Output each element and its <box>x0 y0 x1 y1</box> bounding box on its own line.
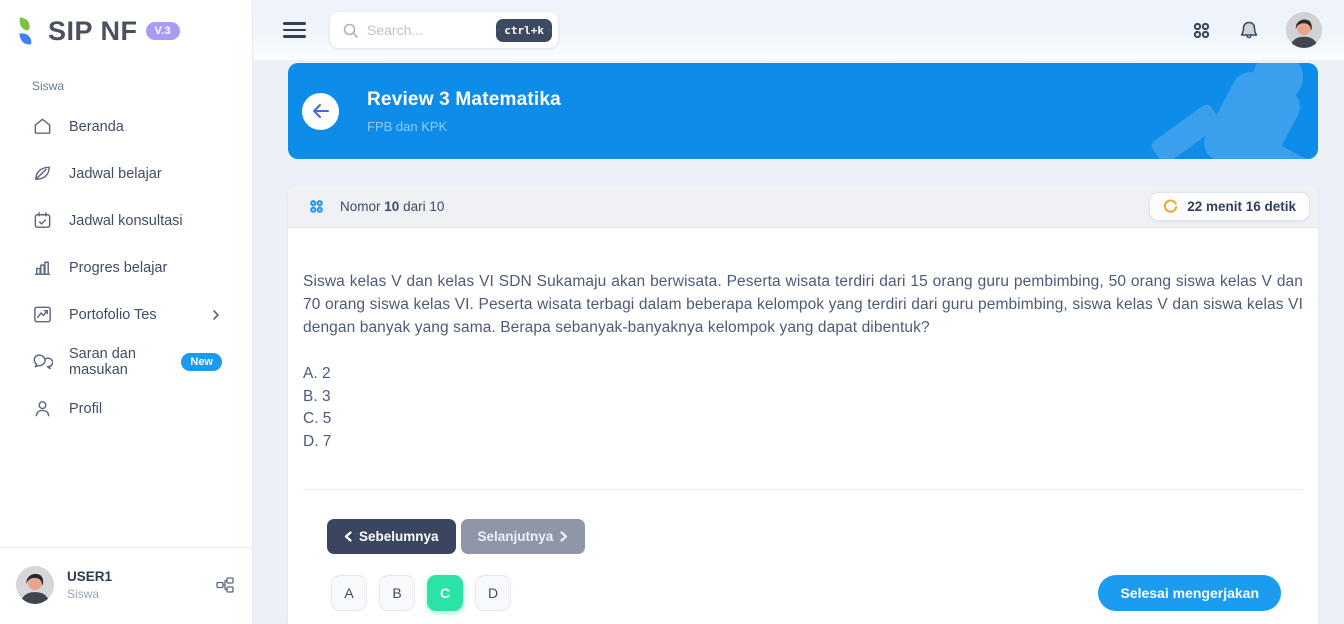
question-nav-buttons: Sebelumnya Selanjutnya <box>327 519 1318 554</box>
user-icon <box>32 398 53 419</box>
sidebar: SIP NF V.3 Siswa Beranda Jadwal belajar … <box>0 0 253 624</box>
search-shortcut-badge: ctrl+k <box>496 18 552 42</box>
timer-badge: 22 menit 16 detik <box>1149 191 1310 221</box>
sidebar-item-label: Progres belajar <box>69 259 168 276</box>
answer-button-d[interactable]: D <box>475 575 511 611</box>
user-name: USER1 <box>67 569 113 584</box>
sidebar-item-beranda[interactable]: Beranda <box>0 103 252 150</box>
quiz-title: Review 3 Matematika <box>367 88 561 110</box>
quiz-subtitle: FPB dan KPK <box>367 118 448 134</box>
question-options: A. 2 B. 3 C. 5 D. 7 <box>303 363 1303 453</box>
chevron-right-icon <box>560 531 568 542</box>
user-avatar <box>16 566 54 604</box>
next-button[interactable]: Selanjutnya <box>460 519 586 554</box>
chevron-right-icon <box>210 309 222 321</box>
search-box[interactable]: ctrl+k <box>330 12 558 48</box>
main-area: ctrl+k <box>253 0 1344 624</box>
topbar: ctrl+k <box>253 0 1344 60</box>
previous-button[interactable]: Sebelumnya <box>327 519 456 554</box>
question-grid-icon <box>308 198 325 215</box>
answer-button-b[interactable]: B <box>379 575 415 611</box>
new-badge: New <box>181 352 222 371</box>
sidebar-nav: Beranda Jadwal belajar Jadwal konsultasi… <box>0 103 252 432</box>
option-a: A. 2 <box>303 365 331 382</box>
question-text: Siswa kelas V dan kelas VI SDN Sukamaju … <box>303 273 1303 336</box>
sidebar-item-saran-dan-masukan[interactable]: Saran dan masukan New <box>0 338 252 385</box>
apps-grid-icon[interactable] <box>1191 20 1212 41</box>
option-b: B. 3 <box>303 387 331 405</box>
answer-button-c[interactable]: C <box>427 575 463 611</box>
decorative-illustration <box>1151 63 1309 159</box>
brand-logo[interactable]: SIP NF V.3 <box>0 0 252 47</box>
sidebar-item-label: Beranda <box>69 118 124 135</box>
question-card-header: Nomor 10 dari 10 22 menit 16 detik <box>288 185 1318 228</box>
trending-chart-icon <box>32 304 53 325</box>
user-role: Siswa <box>67 587 100 601</box>
question-body: Siswa kelas V dan kelas VI SDN Sukamaju … <box>288 228 1318 453</box>
leaf-logo-icon <box>17 15 44 47</box>
timer-text: 22 menit 16 detik <box>1187 198 1296 214</box>
content: Review 3 Matematika FPB dan KPK Nomor 10… <box>253 60 1344 624</box>
finish-button[interactable]: Selesai mengerjakan <box>1098 575 1281 611</box>
sidebar-item-portofolio-tes[interactable]: Portofolio Tes <box>0 291 252 338</box>
divider <box>303 489 1303 490</box>
hamburger-menu-icon[interactable] <box>283 18 306 42</box>
sidebar-item-jadwal-konsultasi[interactable]: Jadwal konsultasi <box>0 197 252 244</box>
option-c: C. 5 <box>303 410 332 427</box>
home-icon <box>32 116 53 137</box>
chat-icon <box>32 351 53 372</box>
sidebar-user-card[interactable]: USER1 Siswa <box>0 547 252 624</box>
search-icon <box>342 22 359 39</box>
sidebar-item-label: Jadwal belajar <box>69 165 162 182</box>
sidebar-section-label: Siswa <box>32 79 65 93</box>
search-input[interactable] <box>367 22 497 38</box>
sidebar-item-profil[interactable]: Profil <box>0 385 252 432</box>
sidebar-item-label: Portofolio Tes <box>69 306 157 323</box>
sidebar-item-label: Profil <box>69 400 103 417</box>
answer-button-a[interactable]: A <box>331 575 367 611</box>
sitemap-icon[interactable] <box>216 577 234 593</box>
calendar-check-icon <box>32 210 53 231</box>
bar-chart-icon <box>32 257 53 278</box>
version-badge: V.3 <box>145 22 180 40</box>
timer-spinner-icon <box>1164 199 1178 213</box>
answer-navigation-row: A B C D Selesai mengerjakan <box>288 575 1318 611</box>
topbar-avatar[interactable] <box>1286 12 1322 48</box>
sidebar-item-jadwal-belajar[interactable]: Jadwal belajar <box>0 150 252 197</box>
bell-icon[interactable] <box>1239 20 1259 41</box>
back-button[interactable] <box>302 92 339 130</box>
chevron-left-icon <box>344 531 352 542</box>
sidebar-item-progres-belajar[interactable]: Progres belajar <box>0 244 252 291</box>
leaf-icon <box>32 163 53 184</box>
option-d: D. 7 <box>303 432 332 450</box>
sidebar-item-label: Saran dan masukan <box>69 345 136 378</box>
question-card: Nomor 10 dari 10 22 menit 16 detik Siswa… <box>288 185 1318 624</box>
question-counter: Nomor 10 dari 10 <box>340 198 445 214</box>
question-number: 10 <box>384 198 400 214</box>
brand-name: SIP NF <box>48 15 138 46</box>
quiz-header-card: Review 3 Matematika FPB dan KPK <box>288 63 1318 159</box>
sidebar-item-label: Jadwal konsultasi <box>69 212 183 229</box>
